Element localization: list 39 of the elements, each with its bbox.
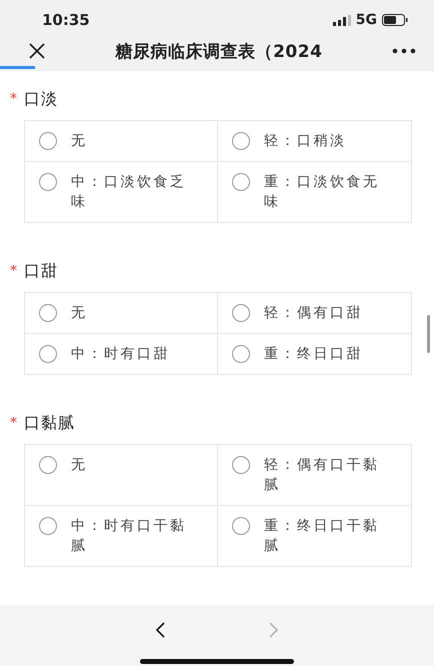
- required-marker: *: [10, 415, 18, 432]
- option-label: 重：口淡饮食无味: [264, 172, 380, 212]
- network-label: 5G: [356, 12, 377, 28]
- radio-button[interactable]: [232, 132, 250, 150]
- question-title: 口黏腻: [24, 412, 75, 434]
- radio-button[interactable]: [232, 172, 250, 191]
- close-icon[interactable]: [28, 42, 46, 60]
- option-label: 无: [71, 304, 88, 323]
- option-label: 轻：偶有口甜: [264, 304, 363, 323]
- radio-button[interactable]: [232, 304, 250, 322]
- option-label: 中：时有口甜: [71, 344, 170, 364]
- radio-button[interactable]: [232, 344, 250, 363]
- option-label: 中：口淡饮食乏味: [71, 172, 188, 212]
- scrollbar[interactable]: [427, 314, 430, 353]
- option-label: 重：终日口干黏腻: [264, 516, 380, 556]
- option-label: 无: [71, 132, 88, 151]
- battery-icon: [382, 14, 408, 26]
- question-title: 口淡: [24, 88, 58, 110]
- radio-button[interactable]: [39, 172, 57, 191]
- signal-icon: [332, 14, 351, 26]
- more-icon[interactable]: [392, 48, 416, 54]
- radio-button[interactable]: [39, 456, 57, 474]
- radio-button[interactable]: [39, 344, 57, 363]
- option-label: 中：时有口干黏腻: [71, 516, 188, 556]
- radio-button[interactable]: [232, 516, 250, 535]
- required-marker: *: [10, 263, 18, 280]
- required-marker: *: [10, 91, 18, 108]
- question-title: 口甜: [24, 260, 58, 282]
- option-label: 轻：偶有口干黏腻: [264, 456, 380, 495]
- radio-button[interactable]: [39, 132, 57, 150]
- chevron-left-icon[interactable]: [154, 620, 166, 639]
- radio-button[interactable]: [39, 516, 57, 535]
- page-title: 糖尿病临床调查表（2024: [114, 40, 324, 63]
- radio-button[interactable]: [39, 304, 57, 322]
- option-label: 重：终日口甜: [264, 344, 363, 364]
- option-label: 轻：口稍淡: [264, 132, 346, 151]
- status-time: 10:35: [42, 11, 90, 30]
- radio-button[interactable]: [232, 456, 250, 474]
- option-label: 无: [71, 456, 88, 475]
